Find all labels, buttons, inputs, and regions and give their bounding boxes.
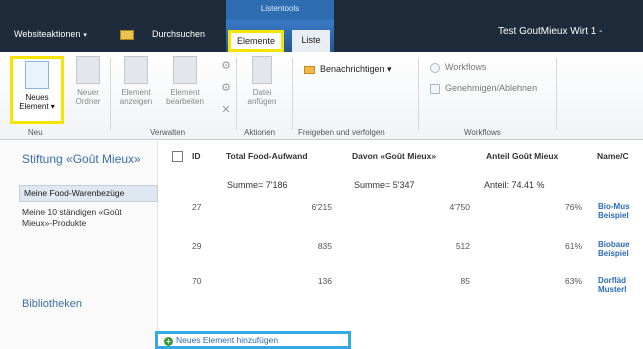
group-label-workflows: Workflows [464,128,501,137]
row-2-name-line2: Beispiel [598,249,629,258]
delete-icon[interactable]: ✕ [218,104,234,116]
workflows-label: Workflows [445,62,487,72]
tab-items[interactable]: Elemente [228,30,284,52]
column-header-total[interactable]: Total Food-Aufwand [226,151,308,161]
add-new-item-link[interactable]: + Neues Element hinzufügen [155,331,351,349]
folder-icon[interactable] [120,30,134,40]
plus-icon: + [164,337,173,346]
row-1-name-line2: Beispiel [598,211,629,220]
row-3-anteil: 63% [564,276,582,286]
workflows-button[interactable]: Workflows [430,62,486,73]
new-item-label-2: Element ▾ [19,102,55,111]
group-label-new: Neu [28,128,43,137]
left-navigation [0,141,158,349]
workflow-icon [430,62,440,73]
nav-item-products[interactable]: Meine 10 ständigen «Goût Mieux»-Produkte [22,207,154,229]
edit-item-label-1: Element [170,88,200,97]
new-folder-icon [76,56,100,84]
row-1-total: 6'215 [311,202,332,212]
ribbon-separator [418,58,419,130]
attach-file-icon [252,56,272,84]
view-item-icon [124,56,148,84]
sum-davon: Summe= 5'347 [354,180,415,190]
row-2-anteil: 61% [564,241,582,251]
row-3-total: 136 [317,276,332,286]
select-all-checkbox[interactable] [172,151,183,162]
approve-label: Genehmigen/Ablehnen [445,83,538,93]
column-header-name[interactable]: Name/C [597,151,629,161]
ribbon-separator [236,58,237,130]
site-actions-label: Websiteaktionen [14,29,81,39]
site-title[interactable]: Stiftung «Goût Mieux» [22,152,152,166]
attach-file-label-1: Datei [252,88,272,97]
edit-item-label-2: bearbeiten [166,97,204,106]
notify-button[interactable]: Benachrichtigen ▾ [304,64,392,75]
tab-list[interactable]: Liste [292,30,330,52]
row-3-name-link[interactable]: Dorfläd Musterl [598,276,626,294]
column-header-anteil[interactable]: Anteil Goût Mieux [486,151,558,161]
attach-file-button[interactable]: Datei anfügen [240,56,284,106]
row-2-id: 29 [192,241,202,251]
site-actions-menu[interactable]: Websiteaktionen ▾ [14,29,87,39]
new-folder-label-2: Ordner [75,97,101,106]
row-1-name-link[interactable]: Bio-Mus Beispiel [598,202,630,220]
approve-reject-button[interactable]: Genehmigen/Ablehnen [430,83,537,94]
view-item-label-1: Element [121,88,151,97]
nav-item-food-purchases[interactable]: Meine Food-Warenbezüge [19,185,158,202]
approve-icon [430,83,440,94]
row-1-anteil: 76% [564,202,582,212]
attach-file-label-2: anfügen [247,97,277,106]
row-2-name-link[interactable]: Biobaue Beispiel [598,240,630,258]
add-new-item-label: Neues Element hinzufügen [176,335,279,345]
row-2-davon: 512 [455,241,470,251]
row-1-name-line1: Bio-Mus [598,202,630,211]
chevron-down-icon: ▾ [83,32,87,39]
group-label-manage: Verwalten [150,128,186,137]
new-folder-button[interactable]: Neuer Ordner [70,56,106,106]
row-3-name-line1: Dorfläd [598,276,626,285]
group-label-actions: Aktionen [244,128,276,137]
column-header-id[interactable]: ID [192,151,201,161]
row-1-davon: 4'750 [449,202,470,212]
tab-browse[interactable]: Durchsuchen [152,29,205,39]
notify-label: Benachrichtigen [320,64,385,74]
version-history-icon[interactable]: ⚙ [218,60,234,72]
nav-libraries[interactable]: Bibliotheken [22,298,82,310]
new-item-label-1: Neues [25,93,49,102]
sum-total: Summe= 7'186 [227,180,288,190]
edit-item-button[interactable]: Element bearbeiten [160,56,210,106]
new-item-icon [25,61,49,89]
ribbon-separator [556,58,557,130]
ribbon: Neues Element ▾ Neuer Ordner Element anz… [0,52,643,140]
row-2-total: 835 [317,241,332,251]
permissions-icon[interactable]: ⚙ [218,82,234,94]
view-item-label-2: anzeigen [119,97,153,106]
ribbon-separator [292,58,293,130]
new-folder-label-1: Neuer [77,88,99,97]
row-3-davon: 85 [460,276,470,286]
ribbon-separator [110,58,111,130]
row-3-id: 70 [192,276,202,286]
alert-icon [304,65,315,74]
view-item-button[interactable]: Element anzeigen [116,56,156,106]
new-item-button[interactable]: Neues Element ▾ [10,56,64,124]
edit-item-icon [173,56,197,84]
context-group-label: Listentools [226,0,334,20]
row-1-id: 27 [192,202,202,212]
group-label-share: Freigeben und verfolgen [298,128,385,137]
column-header-davon[interactable]: Davon «Goût Mieux» [352,151,436,161]
row-2-name-line1: Biobaue [598,240,630,249]
sum-anteil: Anteil: 74.41 % [484,180,545,190]
row-3-name-line2: Musterl [598,285,627,294]
user-menu[interactable]: Test GoutMieux Wirt 1 - [498,26,602,37]
